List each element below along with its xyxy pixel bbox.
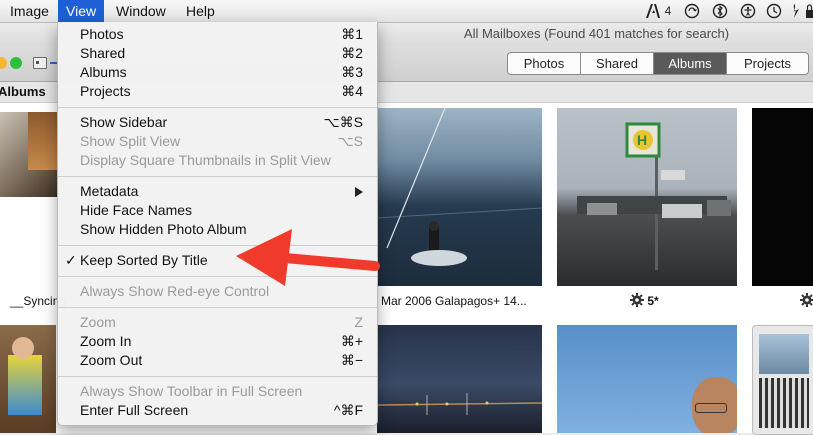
adobe-count: 4: [664, 4, 672, 18]
album-thumbnail-harbor[interactable]: [377, 325, 542, 433]
checkmark-icon: ✓: [65, 252, 77, 268]
album-thumbnail-collage[interactable]: [752, 325, 813, 435]
tab-albums[interactable]: Albums: [654, 53, 727, 74]
gear-icon[interactable]: [800, 293, 813, 310]
album-thumbnail-syncing[interactable]: [0, 112, 58, 197]
album-thumbnail-galapagos[interactable]: [377, 108, 542, 286]
album-thumbnail-child[interactable]: [0, 325, 56, 433]
section-label: Albums: [0, 84, 46, 99]
menu-item-zoom: Zoom Z: [80, 314, 363, 330]
menu-item-metadata[interactable]: Metadata: [58, 182, 377, 201]
menu-separator: [58, 245, 377, 246]
menu-item-show-split-view: Show Split View ⌥S: [80, 133, 363, 149]
gear-icon[interactable]: [630, 293, 644, 307]
menu-help[interactable]: Help: [178, 0, 223, 22]
zoom-button[interactable]: [10, 57, 22, 69]
album-caption: Mar 2006 Galapagos+ 14...: [381, 294, 527, 308]
menu-item-toolbar-full-screen: Always Show Toolbar in Full Screen: [80, 383, 303, 399]
menu-item-shared[interactable]: Shared ⌘2: [58, 44, 377, 63]
menu-item-zoom-in[interactable]: Zoom In ⌘+: [58, 332, 377, 351]
tab-projects[interactable]: Projects: [727, 53, 808, 74]
tab-photos[interactable]: Photos: [508, 53, 581, 74]
menu-image[interactable]: Image: [2, 0, 57, 22]
menu-item-hide-face-names[interactable]: Hide Face Names: [58, 201, 377, 220]
submenu-arrow-icon: [355, 182, 363, 201]
bluetooth-circle-icon[interactable]: [712, 3, 728, 19]
sync-icon[interactable]: [684, 3, 700, 19]
view-menu: Photos ⌘1 Shared ⌘2 Albums ⌘3 Projects ⌘…: [57, 22, 378, 426]
minimize-button[interactable]: [0, 57, 7, 69]
menu-separator: [58, 276, 377, 277]
album-thumbnail-portrait[interactable]: [557, 325, 737, 433]
window-title: All Mailboxes (Found 401 matches for sea…: [463, 26, 730, 41]
menu-window[interactable]: Window: [108, 0, 174, 22]
menu-separator: [58, 176, 377, 177]
menu-separator: [58, 307, 377, 308]
view-segmented-control: Photos Shared Albums Projects: [507, 52, 809, 75]
album-thumbnail-street[interactable]: H: [557, 108, 737, 286]
menu-item-show-sidebar[interactable]: Show Sidebar ⌥⌘S: [58, 113, 377, 132]
menu-separator: [58, 376, 377, 377]
sidebar-toggle-icon[interactable]: [33, 57, 47, 69]
svg-text:H: H: [637, 132, 647, 148]
album-thumbnail-dark[interactable]: [752, 108, 813, 286]
menu-item-enter-full-screen[interactable]: Enter Full Screen ^⌘F: [58, 401, 377, 420]
album-caption-rating: 5*: [630, 293, 659, 308]
menu-item-zoom-out[interactable]: Zoom Out ⌘−: [58, 351, 377, 370]
adobe-icon[interactable]: [645, 3, 661, 19]
tab-shared[interactable]: Shared: [581, 53, 654, 74]
menu-item-keep-sorted[interactable]: ✓ Keep Sorted By Title: [58, 251, 377, 270]
menu-item-show-hidden-album[interactable]: Show Hidden Photo Album: [58, 220, 377, 239]
menu-item-projects[interactable]: Projects ⌘4: [58, 82, 377, 101]
accessibility-icon[interactable]: [740, 3, 756, 19]
menu-separator: [58, 107, 377, 108]
menu-view[interactable]: View: [58, 0, 105, 22]
evernote-icon[interactable]: [789, 3, 801, 19]
menu-item-square-thumbnails: Display Square Thumbnails in Split View: [80, 152, 331, 168]
rating-label: 5*: [647, 294, 659, 308]
time-machine-icon[interactable]: [766, 3, 782, 19]
menu-bar: Image View Window Help 4: [0, 0, 813, 23]
menu-item-red-eye-control: Always Show Red-eye Control: [80, 283, 270, 299]
menu-item-albums[interactable]: Albums ⌘3: [58, 63, 377, 82]
lock-icon[interactable]: [806, 3, 813, 19]
menu-item-photos[interactable]: Photos ⌘1: [58, 25, 377, 44]
